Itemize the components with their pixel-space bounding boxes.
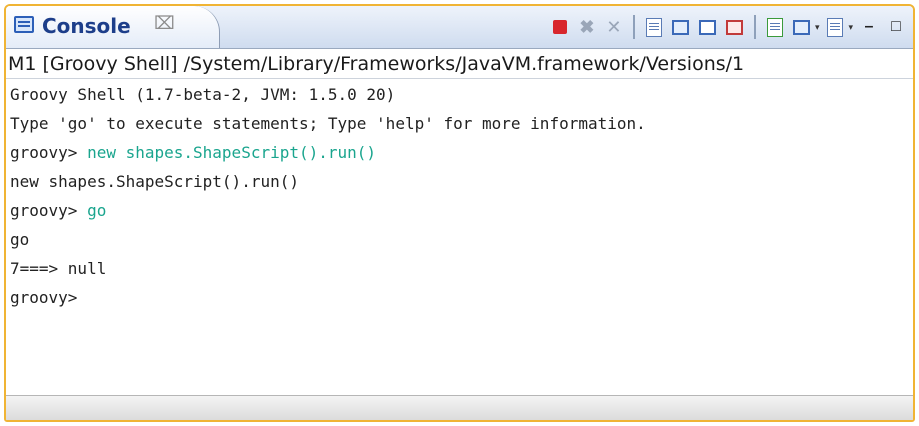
remove-launch-icon[interactable]: ✖ (576, 16, 598, 38)
show-on-stderr-icon[interactable] (724, 16, 746, 38)
console-prompt: groovy> (10, 143, 88, 162)
maximize-icon[interactable]: □ (885, 16, 907, 38)
horizontal-scrollbar[interactable] (6, 395, 913, 420)
remove-all-terminated-icon[interactable]: ✕ (603, 16, 625, 38)
open-console-dropdown-icon[interactable]: ▾ (848, 22, 853, 33)
clear-console-icon[interactable] (643, 16, 665, 38)
console-line: groovy> new shapes.ShapeScript().run() (10, 138, 913, 167)
display-console-icon[interactable] (791, 16, 813, 38)
open-console-icon[interactable] (824, 16, 846, 38)
toolbar-separator (632, 15, 635, 39)
console-line: new shapes.ShapeScript().run() (10, 167, 913, 196)
console-output-text: go (10, 230, 30, 249)
display-console-dropdown-icon[interactable]: ▾ (815, 22, 820, 33)
console-prompt: groovy> (10, 201, 88, 220)
show-on-stdout-icon[interactable] (697, 16, 719, 38)
console-output-text: new shapes.ShapeScript().run() (10, 172, 299, 191)
console-output-text: Groovy Shell (1.7-beta-2, JVM: 1.5.0 20) (10, 85, 396, 104)
terminate-icon[interactable] (549, 16, 571, 38)
console-output-text: Type 'go' to execute statements; Type 'h… (10, 114, 646, 133)
console-line: groovy> (10, 283, 913, 312)
close-tab-icon[interactable]: ⌧ (154, 13, 175, 34)
console-input-text: go (87, 201, 107, 220)
console-line: 7===> null (10, 254, 913, 283)
pin-console-icon[interactable] (764, 16, 786, 38)
view-titlebar: Console ⌧ ✖ ✕ ▾ ▾ – □ (6, 6, 913, 49)
console-input-text: new shapes.ShapeScript().run() (87, 143, 377, 162)
console-icon (14, 16, 34, 33)
tab-label: Console (42, 14, 131, 38)
toolbar-separator (753, 15, 756, 39)
console-view: Console ⌧ ✖ ✕ ▾ ▾ – □ M1 [Groovy Shell] … (4, 4, 915, 422)
console-output-text: 7===> null (10, 259, 107, 278)
console-prompt: groovy> (10, 288, 88, 307)
console-tab[interactable]: Console ⌧ (6, 6, 220, 48)
console-line: go (10, 225, 913, 254)
console-line: Groovy Shell (1.7-beta-2, JVM: 1.5.0 20) (10, 80, 913, 109)
console-output[interactable]: Groovy Shell (1.7-beta-2, JVM: 1.5.0 20)… (6, 80, 913, 396)
scroll-lock-icon[interactable] (670, 16, 692, 38)
console-toolbar: ✖ ✕ ▾ ▾ – □ (549, 14, 907, 40)
minimize-icon[interactable]: – (858, 16, 880, 38)
console-line: groovy> go (10, 196, 913, 225)
process-description: M1 [Groovy Shell] /System/Library/Framew… (6, 49, 913, 79)
console-line: Type 'go' to execute statements; Type 'h… (10, 109, 913, 138)
